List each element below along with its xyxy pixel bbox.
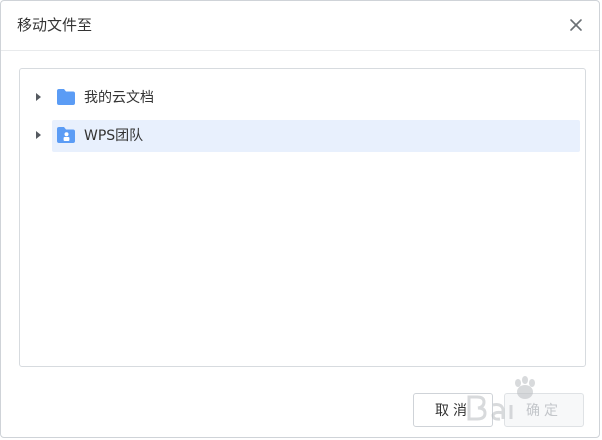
dialog-header: 移动文件至 (1, 1, 599, 51)
close-icon[interactable] (567, 16, 585, 34)
tree-item-label: WPS团队 (84, 128, 144, 144)
expand-arrow-icon[interactable] (36, 131, 41, 139)
tree-item-wps-team[interactable]: WPS团队 (52, 120, 580, 152)
team-folder-icon (56, 126, 76, 144)
move-file-dialog: 移动文件至 我的云文档 WPS团队 取消 确定 (0, 0, 600, 438)
cancel-button[interactable]: 取消 (413, 393, 493, 427)
dialog-title: 移动文件至 (17, 16, 93, 34)
tree-item-label: 我的云文档 (84, 90, 154, 106)
tree-item-my-cloud-docs[interactable]: 我的云文档 (52, 82, 580, 114)
folder-tree: 我的云文档 WPS团队 (19, 68, 586, 367)
folder-icon (56, 88, 76, 106)
expand-arrow-icon[interactable] (36, 93, 41, 101)
confirm-button[interactable]: 确定 (504, 393, 584, 427)
